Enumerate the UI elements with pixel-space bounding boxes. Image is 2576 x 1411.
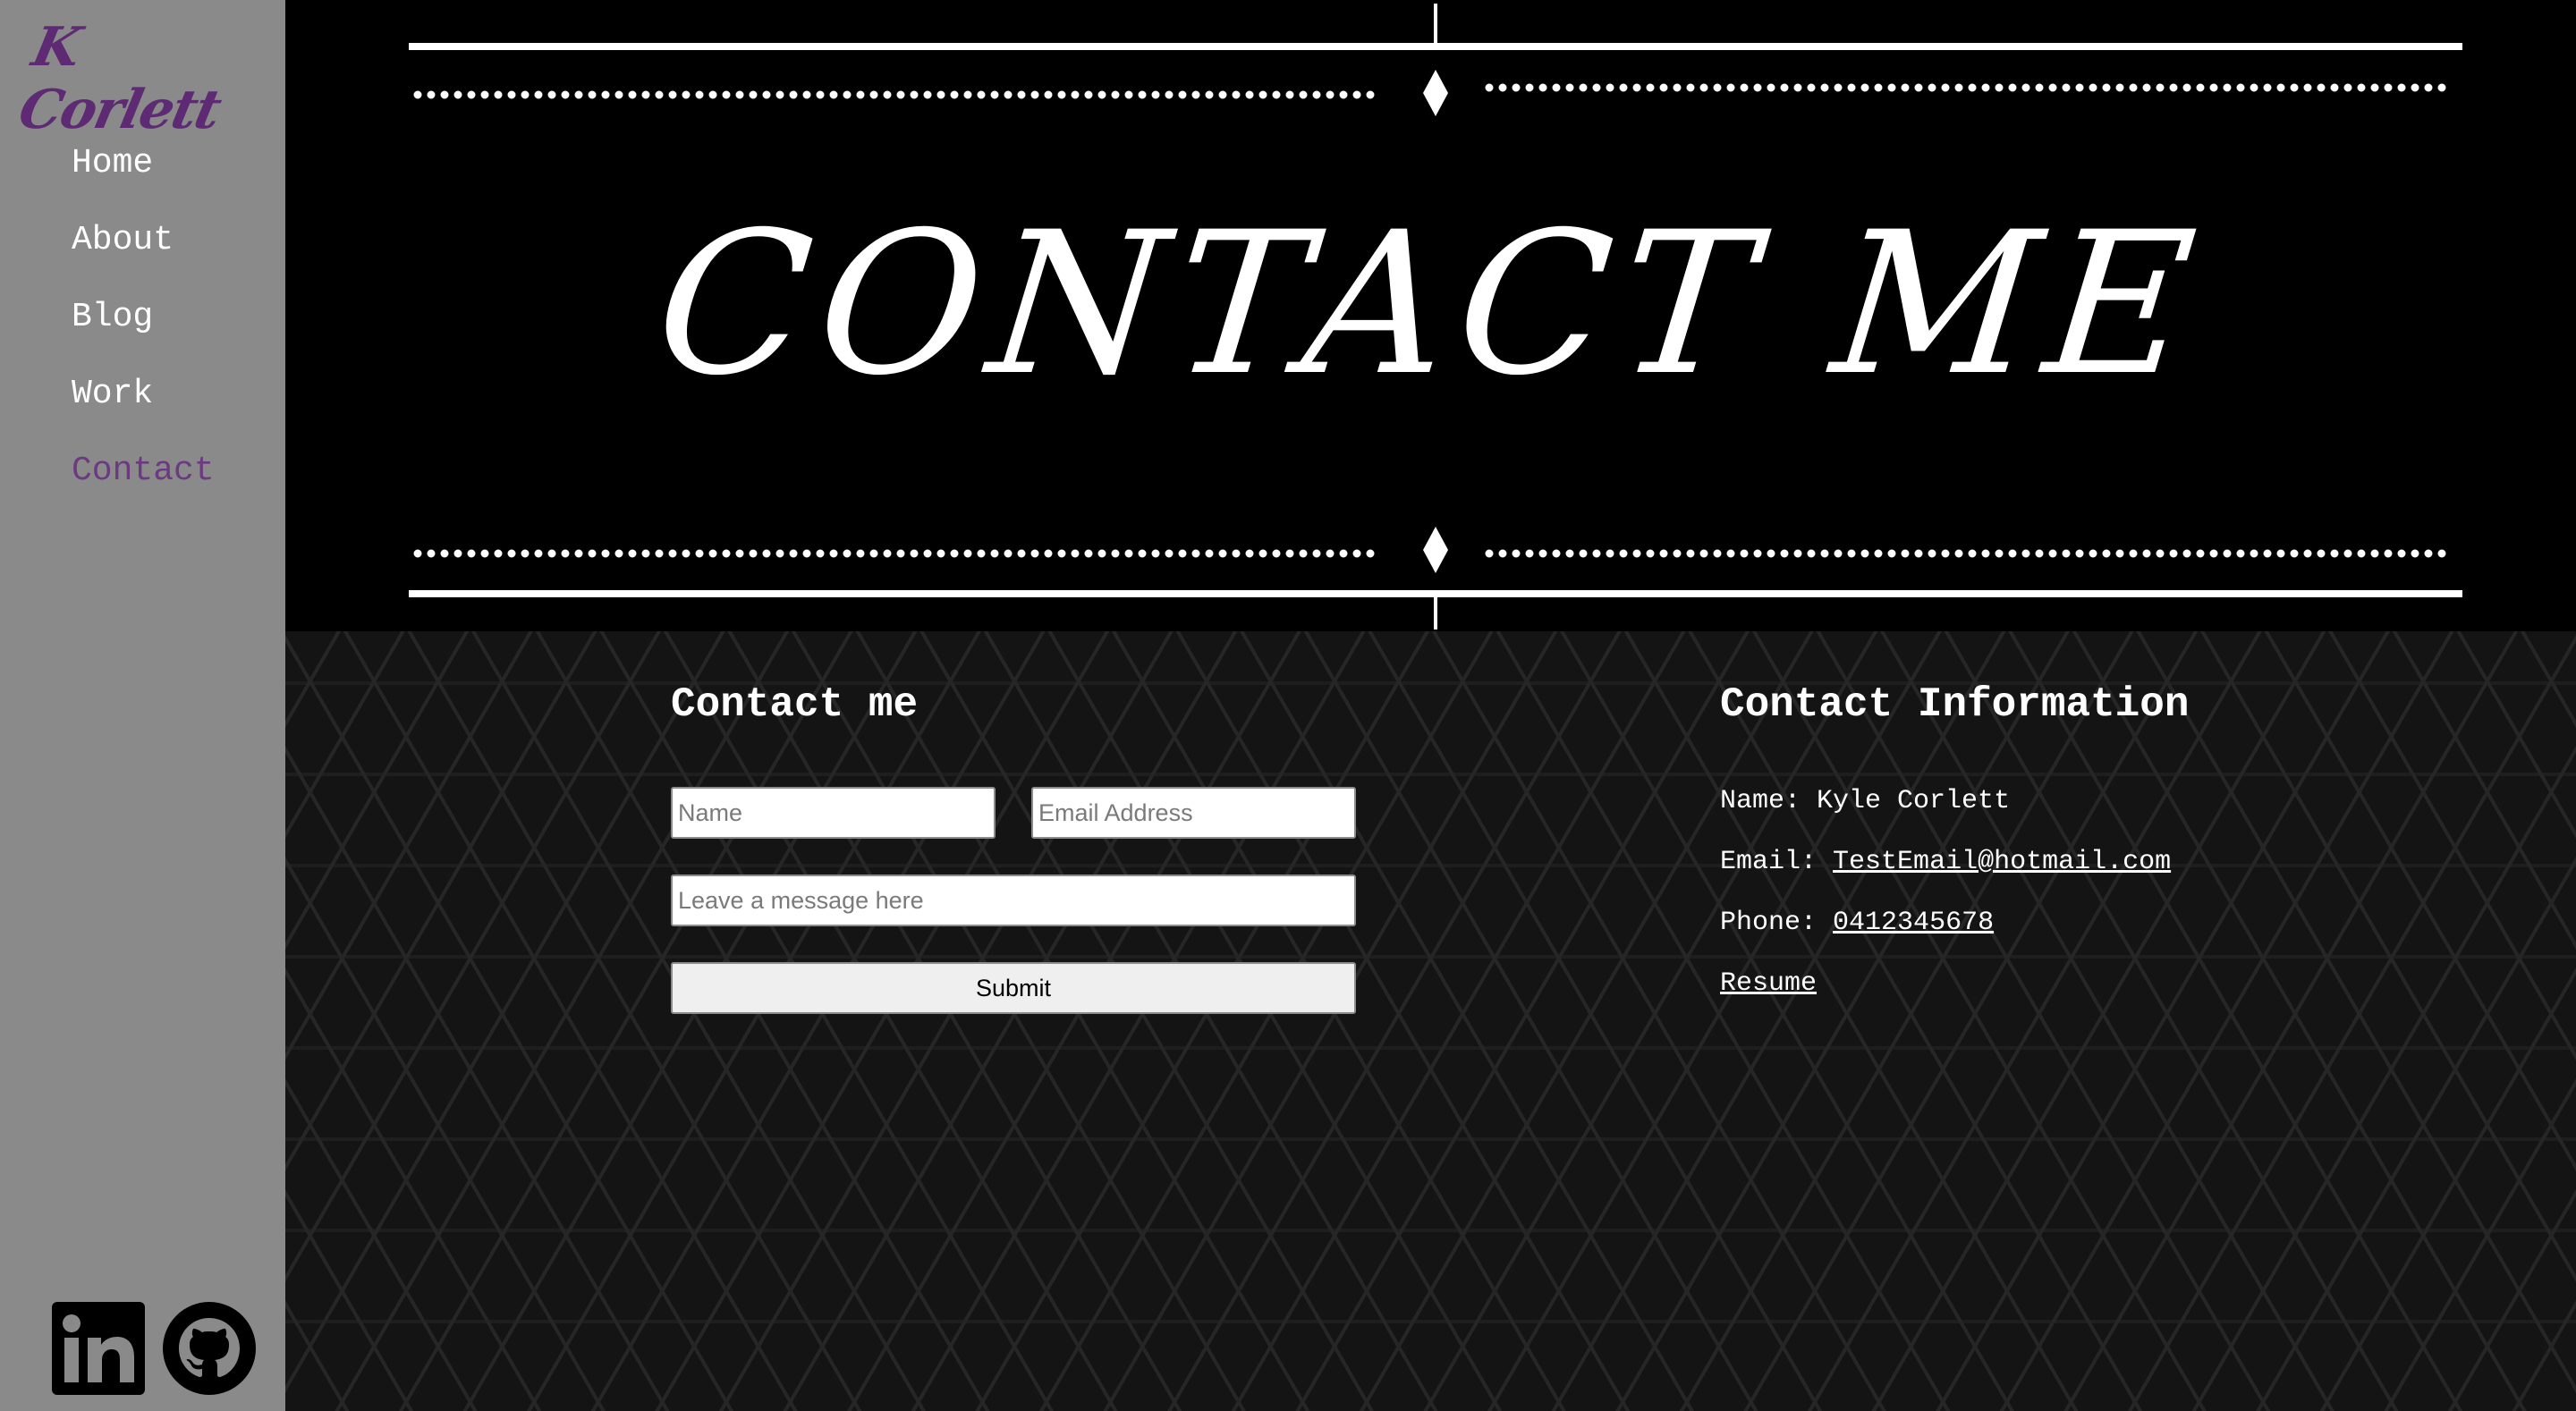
info-name-value: Kyle Corlett [1817, 786, 2011, 816]
name-field[interactable] [671, 787, 996, 839]
github-icon[interactable] [163, 1302, 256, 1395]
contact-form-title: Contact me [671, 681, 919, 728]
resume-link[interactable]: Resume [1720, 968, 1817, 999]
contact-info-title: Contact Information [1720, 681, 2190, 728]
info-email-row: Email: TestEmail@hotmail.com [1720, 846, 2346, 907]
nav-item-work[interactable]: Work [72, 372, 215, 449]
info-name-row: Name: Kyle Corlett [1720, 785, 2346, 846]
page-title: CONTACT ME [647, 190, 2215, 418]
email-field[interactable] [1031, 787, 1356, 839]
nav-item-about[interactable]: About [72, 218, 215, 295]
hero-banner: CONTACT ME [285, 0, 2576, 631]
site-logo[interactable]: K Corlett [13, 16, 299, 141]
contact-info-list: Name: Kyle Corlett Email: TestEmail@hotm… [1720, 785, 2346, 1028]
linkedin-icon[interactable] [52, 1302, 145, 1395]
nav-item-contact[interactable]: Contact [72, 449, 215, 526]
page: K Corlett Home About Blog Work Contact C… [0, 0, 2576, 1411]
submit-button[interactable]: Submit [671, 962, 1356, 1014]
form-row [671, 787, 1356, 839]
phone-link[interactable]: 0412345678 [1833, 908, 1994, 938]
contact-section: Contact me Submit Contact Information Na… [285, 631, 2576, 1411]
social-links [52, 1302, 256, 1395]
nav-item-home[interactable]: Home [72, 141, 215, 218]
nav-item-blog[interactable]: Blog [72, 295, 215, 372]
message-field[interactable] [671, 874, 1356, 926]
info-resume-row: Resume [1720, 967, 2346, 1028]
sidebar: K Corlett Home About Blog Work Contact [0, 0, 285, 1411]
sidebar-nav: Home About Blog Work Contact [72, 141, 215, 526]
info-email-label: Email: [1720, 847, 1818, 877]
contact-info: Contact Information Name: Kyle Corlett E… [1720, 678, 2346, 1028]
contact-form: Contact me Submit [671, 678, 1356, 1014]
info-phone-label: Phone: [1720, 908, 1818, 938]
info-name-label: Name: [1720, 786, 1801, 816]
email-link[interactable]: TestEmail@hotmail.com [1833, 847, 2171, 877]
info-phone-row: Phone: 0412345678 [1720, 907, 2346, 967]
